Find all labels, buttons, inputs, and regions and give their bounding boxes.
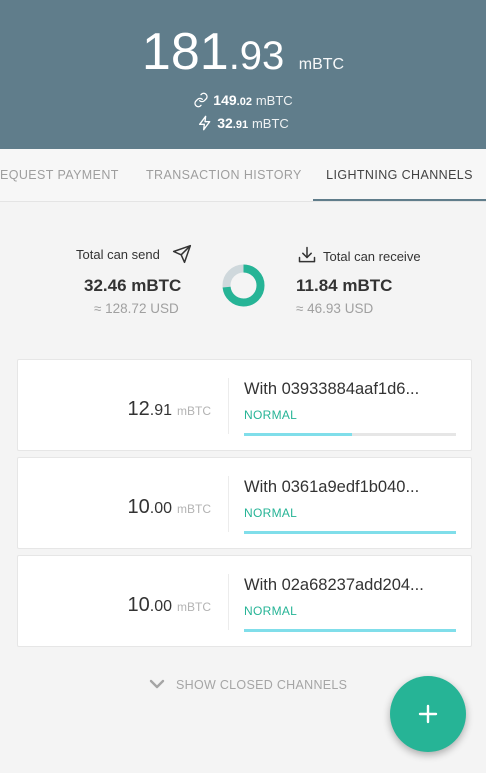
channel-card[interactable]: 10.00 mBTC With 0361a9edf1b040... NORMAL [17, 457, 472, 549]
channel-card[interactable]: 10.00 mBTC With 02a68237add204... NORMAL [17, 555, 472, 647]
card-divider [228, 378, 229, 434]
bolt-icon [199, 115, 211, 131]
channel-state: NORMAL [244, 408, 298, 422]
channel-balance-bar [244, 433, 456, 436]
channel-state: NORMAL [244, 506, 298, 520]
lightning-integer: 32 [217, 115, 233, 131]
channel-amount: 10.00 mBTC [127, 594, 212, 616]
channel-peer: With 0361a9edf1b040... [244, 478, 420, 496]
channel-state: NORMAL [244, 604, 298, 618]
receive-value: 11.84 mBTC [296, 276, 393, 295]
balance-header: 181.93 mBTC 149.02 mBTC 32.91 mBTC [0, 0, 486, 149]
total-balance: 181.93 mBTC [0, 22, 486, 82]
onchain-unit: mBTC [255, 93, 293, 108]
send-icon [172, 244, 192, 264]
send-usd: ≈ 128.72 USD [94, 301, 179, 316]
lightning-unit: mBTC [251, 116, 289, 131]
channel-balance-fill [244, 433, 353, 436]
channel-card[interactable]: 12.91 mBTC With 03933884aaf1d6... NORMAL [17, 359, 472, 451]
channel-balance-fill [244, 629, 456, 632]
balance-unit: mBTC [298, 56, 345, 73]
onchain-integer: 149 [213, 92, 237, 108]
tab-lightning-channels[interactable]: LIGHTNING CHANNELS [313, 149, 486, 201]
receive-label: Total can receive [323, 249, 421, 264]
capacity-donut [222, 264, 265, 307]
channel-amount: 10.00 mBTC [127, 496, 212, 518]
channel-amount: 12.91 mBTC [127, 398, 212, 420]
send-label: Total can send [76, 247, 160, 262]
download-icon [298, 246, 316, 263]
onchain-decimals: .02 [236, 96, 252, 108]
card-divider [228, 476, 229, 532]
add-channel-button[interactable] [390, 676, 466, 752]
balance-integer: 181 [141, 23, 229, 81]
tab-request-payment[interactable]: EQUEST PAYMENT [0, 149, 119, 199]
channel-balance-fill [244, 531, 456, 534]
lightning-decimals: .91 [232, 119, 249, 131]
channel-balance-bar [244, 629, 456, 632]
channel-peer: With 02a68237add204... [244, 576, 424, 594]
tab-bar: EQUEST PAYMENT TRANSACTION HISTORY LIGHT… [0, 149, 486, 202]
link-icon [194, 92, 208, 108]
card-divider [228, 574, 229, 630]
chevron-down-icon [149, 679, 165, 689]
balance-decimals: .93 [228, 34, 285, 78]
channels-summary: Total can send 32.46 mBTC ≈ 128.72 USD T… [0, 232, 486, 332]
channel-peer: With 03933884aaf1d6... [244, 380, 420, 398]
show-closed-channels-button[interactable]: SHOW CLOSED CHANNELS [148, 677, 347, 692]
send-value: 32.46 mBTC [84, 276, 182, 295]
onchain-balance: 149.02 mBTC [0, 92, 486, 108]
channel-balance-bar [244, 531, 456, 534]
receive-usd: ≈ 46.93 USD [296, 301, 374, 316]
tab-transaction-history[interactable]: TRANSACTION HISTORY [146, 149, 302, 199]
lightning-balance: 32.91 mBTC [0, 115, 486, 131]
show-closed-label: SHOW CLOSED CHANNELS [176, 678, 348, 692]
plus-icon [418, 704, 438, 724]
